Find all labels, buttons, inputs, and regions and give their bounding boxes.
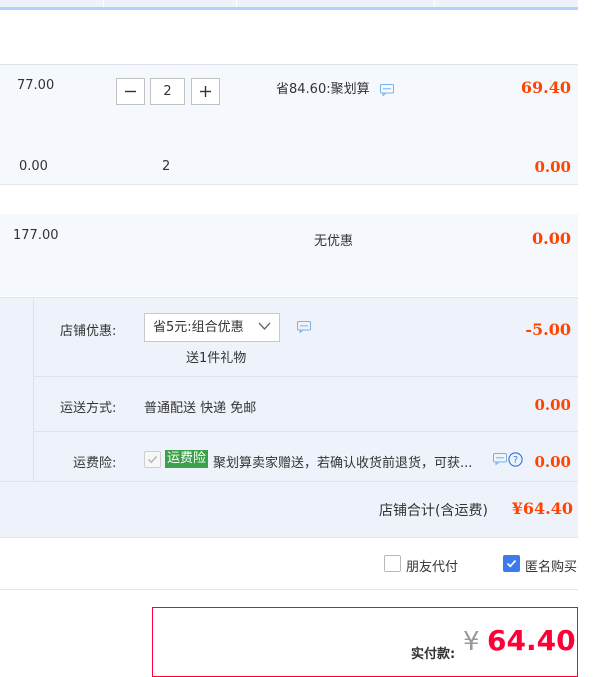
unit-price: 77.00: [17, 78, 55, 93]
coupon-gift: 送1件礼物: [186, 351, 247, 366]
svg-text:?: ?: [513, 455, 518, 466]
divider: [34, 431, 578, 432]
help-icon[interactable]: ?: [508, 452, 523, 467]
insurance-badge: 运费险: [165, 450, 209, 468]
divider: [0, 297, 578, 298]
coupon-label: 店铺优惠:: [60, 324, 117, 339]
item-subtotal: 0.00: [532, 229, 571, 248]
decrease-button[interactable]: [116, 78, 145, 105]
shop-left-border: [33, 297, 34, 481]
insurance-checkbox[interactable]: [144, 451, 161, 468]
divider: [0, 589, 578, 590]
insurance-label: 运费险:: [73, 456, 117, 471]
message-icon[interactable]: [380, 84, 394, 96]
message-icon[interactable]: [297, 321, 311, 333]
item-row-3: [0, 214, 578, 296]
unit-price: 0.00: [19, 159, 48, 174]
shop-total-label: 店铺合计(含运费): [379, 503, 488, 519]
minus-icon: [125, 90, 136, 93]
divider: [0, 64, 578, 65]
shipping-label: 运送方式:: [60, 401, 117, 416]
quantity-stepper[interactable]: 2: [116, 78, 221, 105]
pay-amount: 64.40: [487, 624, 576, 657]
increase-button[interactable]: [191, 78, 220, 105]
shipping-amount: 0.00: [534, 396, 571, 414]
friend-pay-label[interactable]: 朋友代付: [406, 556, 458, 575]
check-icon: [506, 559, 517, 568]
item-discount: 无优惠: [314, 234, 354, 249]
quantity-input[interactable]: 2: [150, 78, 185, 105]
coupon-amount: -5.00: [525, 320, 571, 339]
discount-text: 省84.60:聚划算: [276, 82, 370, 97]
pay-currency: ¥: [463, 627, 480, 657]
quantity-value: 2: [162, 159, 171, 174]
table-header-strip: [0, 0, 578, 10]
anonymous-checkbox[interactable]: [503, 555, 520, 572]
shipping-method: 普通配送 快递 免邮: [144, 401, 257, 416]
divider: [34, 376, 578, 377]
message-icon[interactable]: [493, 453, 507, 465]
unit-price: 177.00: [13, 228, 59, 243]
coupon-selected: 省5元:组合优惠: [153, 320, 244, 335]
pay-summary-box: 实付款: ¥ 64.40: [152, 607, 578, 677]
divider: [0, 537, 578, 538]
item-discount: 省84.60:聚划算: [276, 78, 370, 97]
coupon-select[interactable]: 省5元:组合优惠: [144, 313, 280, 342]
plus-icon: [200, 86, 211, 97]
insurance-text: 聚划算卖家赠送，若确认收货前退货，可获...: [213, 456, 473, 471]
insurance-amount: 0.00: [534, 453, 571, 471]
item-subtotal: 0.00: [534, 158, 571, 176]
pay-label: 实付款:: [411, 647, 456, 662]
divider: [0, 481, 578, 482]
divider: [0, 184, 578, 185]
item-subtotal: 69.40: [520, 78, 571, 97]
check-icon: [147, 455, 158, 464]
chevron-down-icon: [258, 322, 271, 330]
friend-pay-checkbox[interactable]: [384, 555, 401, 572]
anonymous-label[interactable]: 匿名购买: [525, 556, 577, 575]
shop-total-amount: ¥64.40: [511, 499, 573, 518]
